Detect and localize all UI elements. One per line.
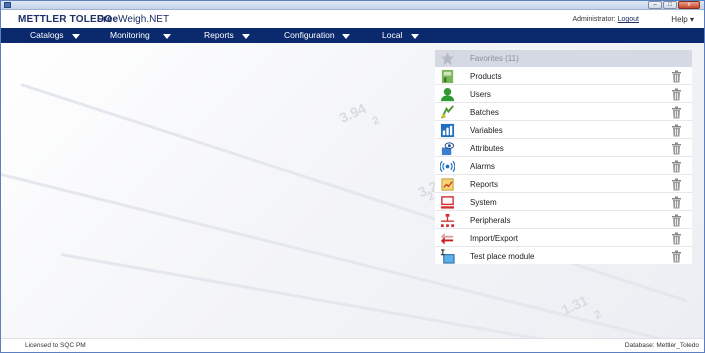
product-name-bold: Free [97, 14, 119, 25]
list-item-reports[interactable]: Reports [435, 176, 692, 193]
title-bar: – □ x [1, 1, 704, 10]
nav-catalogs[interactable]: Catalogs [30, 30, 64, 40]
chevron-down-icon[interactable] [242, 34, 250, 39]
favorites-row[interactable]: Favorites (11) [435, 50, 692, 67]
chevron-down-icon[interactable] [411, 34, 419, 39]
attributes-icon [441, 142, 455, 156]
favorites-label: Favorites (11) [470, 54, 519, 63]
status-bar: Licensed to SQC PM Database: Mettler_Tol… [1, 338, 704, 352]
background-number: 1.31 [558, 291, 591, 319]
background-number: 2 [592, 308, 604, 322]
item-label: Peripherals [470, 216, 511, 225]
nav-configuration[interactable]: Configuration [284, 30, 335, 40]
help-menu[interactable]: Help ▾ [671, 15, 694, 24]
list-item-import-export[interactable]: Import/Export [435, 230, 692, 247]
user-area: Administrator: Logout [572, 16, 639, 23]
logout-link[interactable]: Logout [618, 16, 639, 23]
background-number: 2 [370, 114, 382, 128]
trash-icon[interactable] [671, 196, 682, 209]
item-label: System [470, 198, 497, 207]
item-label: Alarms [470, 162, 495, 171]
import-export-icon [440, 232, 454, 245]
nav-reports[interactable]: Reports [204, 30, 234, 40]
help-label: Help [671, 15, 688, 24]
maximize-button[interactable]: □ [663, 1, 677, 9]
star-icon [440, 51, 455, 66]
nav-monitoring[interactable]: Monitoring [110, 30, 150, 40]
window-controls: – □ x [647, 1, 700, 10]
peripherals-icon [440, 213, 455, 228]
user-icon [440, 87, 455, 102]
item-label: Variables [470, 126, 503, 135]
item-label: Users [470, 90, 491, 99]
list-item-users[interactable]: Users [435, 86, 692, 103]
list-item-peripherals[interactable]: Peripherals [435, 212, 692, 229]
user-label: Administrator: [572, 16, 616, 23]
trash-icon[interactable] [671, 250, 682, 263]
item-label: Products [470, 72, 502, 81]
trash-icon[interactable] [671, 160, 682, 173]
list-item-attributes[interactable]: Attributes [435, 140, 692, 157]
database-text: Database: Mettler_Toledo [624, 342, 699, 349]
trash-icon[interactable] [671, 70, 682, 83]
trash-icon[interactable] [671, 106, 682, 119]
license-text: Licensed to SQC PM [25, 342, 86, 349]
chevron-down-icon[interactable] [342, 34, 350, 39]
main-content: 3.94 2 3.2 2 1.31 2 Favorites (11) Produ… [1, 43, 704, 338]
minimize-button[interactable]: – [648, 1, 662, 9]
list-item-test-place-module[interactable]: Test place module [435, 248, 692, 265]
app-header: METTLER TOLEDO FreeWeigh.NET Administrat… [1, 11, 704, 28]
module-list: Favorites (11) Products Users Batches Va… [435, 50, 692, 264]
item-label: Attributes [470, 144, 504, 153]
trash-icon[interactable] [671, 124, 682, 137]
reports-icon [441, 178, 454, 191]
product-name-rest: Weigh.NET [118, 14, 170, 25]
list-item-batches[interactable]: Batches [435, 104, 692, 121]
alarm-icon [440, 160, 455, 173]
trash-icon[interactable] [671, 178, 682, 191]
bar-chart-icon [440, 123, 455, 138]
trash-icon[interactable] [671, 232, 682, 245]
product-name: FreeWeigh.NET [97, 14, 169, 25]
products-icon [441, 69, 454, 84]
chevron-down-icon[interactable] [163, 34, 171, 39]
trash-icon[interactable] [671, 214, 682, 227]
chevron-down-icon[interactable] [72, 34, 80, 39]
background-number: 3.94 [336, 99, 369, 127]
main-nav: Catalogs Monitoring Reports Configuratio… [1, 28, 704, 43]
trash-icon[interactable] [671, 88, 682, 101]
nav-local[interactable]: Local [382, 30, 402, 40]
list-item-alarms[interactable]: Alarms [435, 158, 692, 175]
trash-icon[interactable] [671, 142, 682, 155]
system-icon [440, 196, 455, 209]
item-label: Import/Export [470, 234, 519, 243]
list-item-variables[interactable]: Variables [435, 122, 692, 139]
list-item-products[interactable]: Products [435, 68, 692, 85]
app-window: – □ x METTLER TOLEDO FreeWeigh.NET Admin… [0, 0, 705, 353]
list-item-system[interactable]: System [435, 194, 692, 211]
batches-icon [441, 105, 454, 119]
item-label: Test place module [470, 252, 535, 261]
system-menu-icon[interactable] [4, 2, 11, 8]
close-button[interactable]: x [678, 1, 700, 9]
test-place-icon [440, 249, 455, 264]
item-label: Batches [470, 108, 499, 117]
item-label: Reports [470, 180, 499, 189]
